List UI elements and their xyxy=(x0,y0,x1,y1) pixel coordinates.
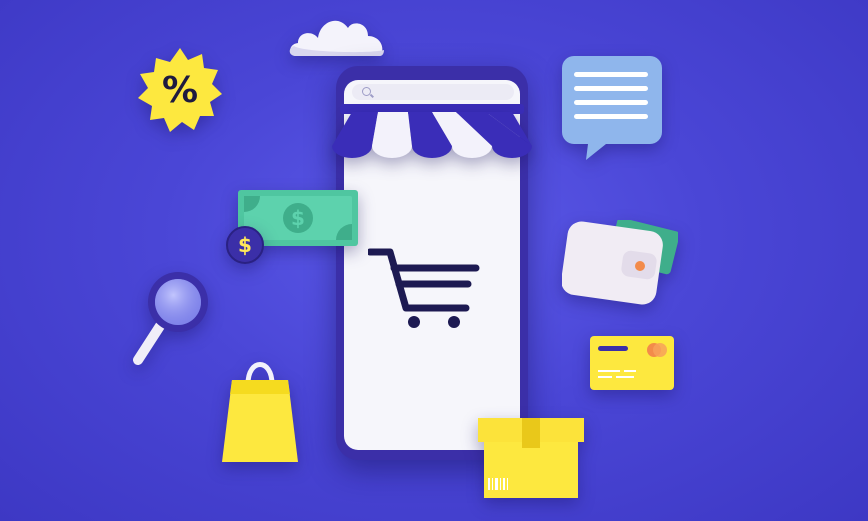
address-bar xyxy=(352,84,514,100)
search-icon xyxy=(362,87,371,96)
dollar-coin-icon: $ xyxy=(226,226,264,264)
magnifier-icon xyxy=(133,272,208,365)
shopping-cart-icon xyxy=(368,248,480,328)
storefront-awning-icon xyxy=(332,112,532,158)
percent-badge-icon: % xyxy=(136,46,224,134)
wallet-icon xyxy=(562,220,678,305)
coin-symbol: $ xyxy=(238,233,252,257)
shopping-bag-icon xyxy=(222,362,298,462)
credit-card-icon xyxy=(590,336,674,390)
percent-badge-label: % xyxy=(161,69,199,111)
chat-bubble-icon xyxy=(562,56,662,160)
package-box-icon xyxy=(478,418,584,498)
svg-text:$: $ xyxy=(291,206,305,230)
cloud-icon xyxy=(289,20,384,56)
